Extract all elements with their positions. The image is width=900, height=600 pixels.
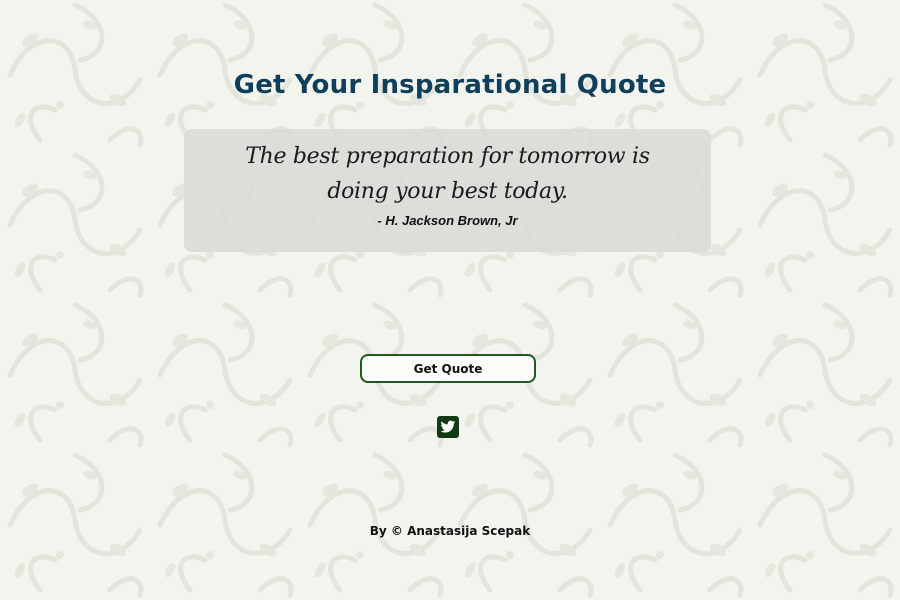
quote-card: The best preparation for tomorrow is doi… (184, 129, 711, 252)
quote-author: - H. Jackson Brown, Jr (377, 213, 518, 228)
quote-text: The best preparation for tomorrow is doi… (245, 144, 650, 204)
twitter-share-button[interactable] (437, 416, 459, 438)
page-title: Get Your Insparational Quote (233, 70, 667, 100)
twitter-icon (440, 420, 456, 433)
get-quote-button[interactable]: Get Quote (360, 354, 536, 383)
page-content: Get Your Insparational Quote The best pr… (0, 0, 900, 600)
footer-credit: By © Anastasija Scepak (369, 524, 531, 538)
